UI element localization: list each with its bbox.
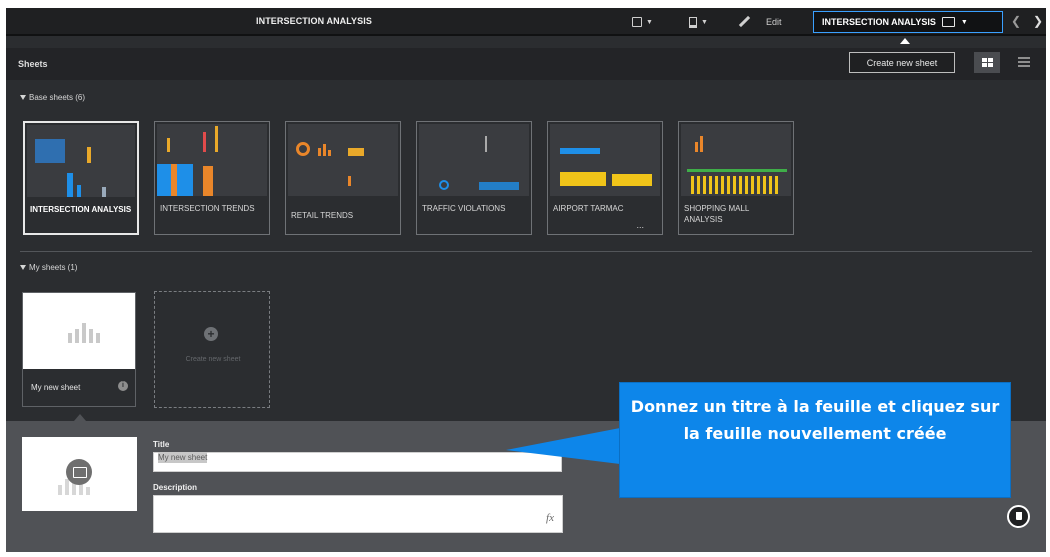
sheet-thumbnail [23,293,135,369]
plus-icon: + [204,327,218,341]
my-sheet-card[interactable]: My new sheet i [22,292,136,407]
description-label: Description [153,483,198,492]
sheet-card-ellipsis: ... [636,220,644,230]
my-sheets-heading: My sheets (1) [29,263,78,272]
sheet-thumbnail [681,124,791,196]
base-sheets-toggle[interactable]: Base sheets (6) [20,93,85,102]
triangle-down-icon [20,95,26,100]
top-bar: INTERSECTION ANALYSIS ▼ ▼ Edit INTERSECT… [6,8,1046,36]
description-input[interactable]: fx [153,495,563,533]
dropdown-pointer [900,38,910,44]
expression-icon[interactable]: fx [546,512,554,524]
info-icon[interactable]: i [118,381,128,391]
current-sheet-label: INTERSECTION ANALYSIS [822,17,936,27]
sheet-card-label: INTERSECTION TRENDS [160,204,255,213]
sheet-card-label: TRAFFIC VIOLATIONS [422,204,506,213]
sheet-card-airport-tarmac[interactable]: AIRPORT TARMAC ... [547,121,663,235]
detail-pointer [74,414,86,421]
sheet-thumbnail [288,124,398,196]
sheets-header: Sheets Create new sheet [6,48,1046,80]
sheet-thumbnail-preview[interactable] [22,437,137,511]
sheet-dropdown[interactable]: INTERSECTION ANALYSIS ▼ [813,11,1003,33]
sheet-card-intersection-analysis[interactable]: INTERSECTION ANALYSIS [23,121,139,235]
create-new-sheet-button[interactable]: Create new sheet [849,52,955,73]
sheet-icon [941,17,955,27]
sheet-card-intersection-trends[interactable]: INTERSECTION TRENDS [154,121,270,235]
sheet-card-label: AIRPORT TARMAC [553,204,624,213]
instruction-callout: Donnez un titre à la feuille et cliquez … [619,382,1011,498]
grid-view-button[interactable] [974,52,1000,73]
sheet-thumbnail [157,124,267,196]
create-new-sheet-label: Create new sheet [185,356,241,363]
app-window: INTERSECTION ANALYSIS ▼ ▼ Edit INTERSECT… [6,8,1046,552]
edit-button[interactable]: Edit [738,13,782,31]
base-sheets-heading: Base sheets (6) [29,93,86,102]
sheet-thumbnail [27,125,135,197]
edit-label: Edit [766,17,782,27]
sheet-card-label: SHOPPING MALL ANALYSIS [684,204,750,224]
sheet-card-label: RETAIL TRENDS [291,211,354,220]
sheet-card-traffic-violations[interactable]: TRAFFIC VIOLATIONS [416,121,532,235]
previous-sheet-icon[interactable]: ❮ [1011,14,1021,28]
image-icon [66,459,92,485]
my-sheet-label: My new sheet [31,383,81,392]
pencil-icon [738,16,750,28]
sheet-card-shopping-mall-analysis[interactable]: SHOPPING MALL ANALYSIS [678,121,794,235]
presentation-icon [632,17,642,27]
list-view-icon[interactable] [1018,57,1030,67]
callout-pointer [506,428,620,464]
bookmark-button[interactable]: ▼ [689,13,708,31]
grid-icon [981,58,993,67]
title-input[interactable]: My new sheet [153,452,562,472]
present-button[interactable]: ▼ [632,13,653,31]
sheet-card-label: INTERSECTION ANALYSIS [30,205,132,214]
sheet-thumbnail [419,124,529,196]
chevron-down-icon: ▼ [646,18,653,26]
section-divider [20,251,1032,252]
my-sheets-toggle[interactable]: My sheets (1) [20,263,77,272]
next-sheet-icon[interactable]: ❯ [1033,14,1043,28]
create-new-sheet-card[interactable]: + Create new sheet [154,291,270,408]
chevron-down-icon: ▼ [960,18,968,26]
title-value: My new sheet [158,452,208,463]
sheets-label: Sheets [18,59,48,69]
bookmark-icon [689,16,697,28]
bar-chart-icon [68,323,100,343]
chevron-down-icon: ▼ [701,18,708,26]
title-label: Title [153,440,170,449]
sheet-thumbnail [550,124,660,196]
delete-icon[interactable] [1007,505,1030,528]
triangle-down-icon [20,265,26,270]
sheet-card-retail-trends[interactable]: RETAIL TRENDS [285,121,401,235]
app-title: INTERSECTION ANALYSIS [256,16,372,26]
